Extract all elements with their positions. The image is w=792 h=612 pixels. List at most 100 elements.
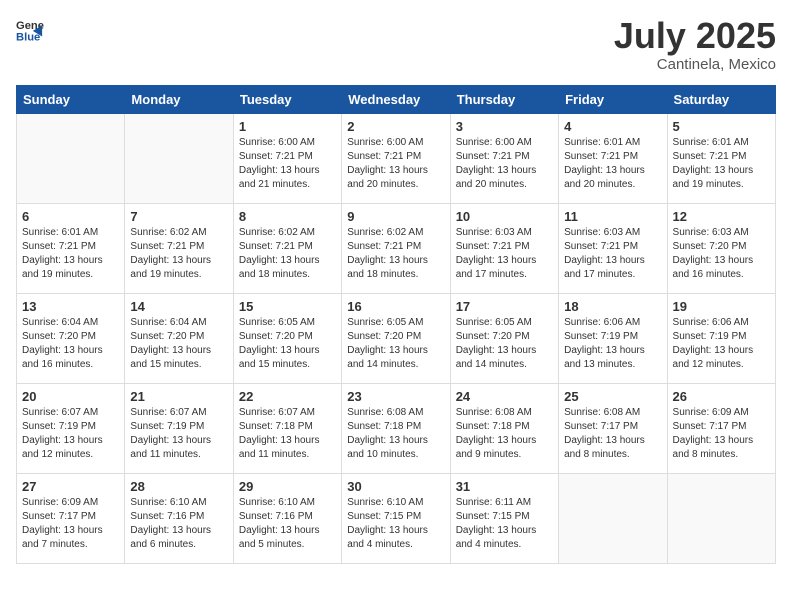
weekday-header: Thursday xyxy=(450,85,558,113)
calendar-cell xyxy=(125,113,233,203)
day-number: 27 xyxy=(22,479,119,494)
calendar-cell: 13 Sunrise: 6:04 AM Sunset: 7:20 PM Dayli… xyxy=(17,293,125,383)
calendar-cell: 21Sunrise: 6:07 AM Sunset: 7:19 PM Dayli… xyxy=(125,383,233,473)
calendar-cell: 1 Sunrise: 6:00 AM Sunset: 7:21 PM Daylig… xyxy=(233,113,341,203)
day-number: 6 xyxy=(22,209,119,224)
calendar-cell xyxy=(559,473,667,563)
day-info: Sunrise: 6:01 AM Sunset: 7:21 PM Dayligh… xyxy=(673,136,770,192)
logo: General Blue xyxy=(16,16,44,44)
calendar-cell: 2 Sunrise: 6:00 AM Sunset: 7:21 PM Daylig… xyxy=(342,113,450,203)
day-number: 18 xyxy=(564,299,661,314)
calendar-cell: 4 Sunrise: 6:01 AM Sunset: 7:21 PM Daylig… xyxy=(559,113,667,203)
svg-text:Blue: Blue xyxy=(16,31,40,43)
day-info: Sunrise: 6:01 AM Sunset: 7:21 PM Dayligh… xyxy=(22,226,119,282)
calendar-cell: 27 Sunrise: 6:09 AM Sunset: 7:17 PM Dayli… xyxy=(17,473,125,563)
calendar-week-row: 1 Sunrise: 6:00 AM Sunset: 7:21 PM Daylig… xyxy=(17,113,776,203)
day-info: Sunrise: 6:01 AM Sunset: 7:21 PM Dayligh… xyxy=(564,136,661,192)
calendar-cell: 22 Sunrise: 6:07 AM Sunset: 7:18 PM Dayli… xyxy=(233,383,341,473)
day-number: 31 xyxy=(456,479,553,494)
calendar-cell: 24Sunrise: 6:08 AM Sunset: 7:18 PM Dayli… xyxy=(450,383,558,473)
calendar-cell: 25Sunrise: 6:08 AM Sunset: 7:17 PM Dayli… xyxy=(559,383,667,473)
day-number: 19 xyxy=(673,299,770,314)
day-number: 7 xyxy=(130,209,227,224)
calendar-cell: 5 Sunrise: 6:01 AM Sunset: 7:21 PM Daylig… xyxy=(667,113,775,203)
calendar-cell: 19Sunrise: 6:06 AM Sunset: 7:19 PM Dayli… xyxy=(667,293,775,383)
day-number: 1 xyxy=(239,119,336,134)
day-info: Sunrise: 6:10 AM Sunset: 7:16 PM Dayligh… xyxy=(239,496,336,552)
day-number: 5 xyxy=(673,119,770,134)
weekday-header: Friday xyxy=(559,85,667,113)
day-info: Sunrise: 6:00 AM Sunset: 7:21 PM Dayligh… xyxy=(347,136,444,192)
day-number: 15 xyxy=(239,299,336,314)
day-info: Sunrise: 6:00 AM Sunset: 7:21 PM Dayligh… xyxy=(456,136,553,192)
calendar-cell: 29Sunrise: 6:10 AM Sunset: 7:16 PM Dayli… xyxy=(233,473,341,563)
day-number: 10 xyxy=(456,209,553,224)
day-number: 14 xyxy=(130,299,227,314)
day-info: Sunrise: 6:10 AM Sunset: 7:16 PM Dayligh… xyxy=(130,496,227,552)
calendar-cell: 3 Sunrise: 6:00 AM Sunset: 7:21 PM Daylig… xyxy=(450,113,558,203)
day-info: Sunrise: 6:08 AM Sunset: 7:18 PM Dayligh… xyxy=(456,406,553,462)
day-number: 13 xyxy=(22,299,119,314)
day-info: Sunrise: 6:05 AM Sunset: 7:20 PM Dayligh… xyxy=(239,316,336,372)
calendar-week-row: 20 Sunrise: 6:07 AM Sunset: 7:19 PM Dayli… xyxy=(17,383,776,473)
day-info: Sunrise: 6:07 AM Sunset: 7:19 PM Dayligh… xyxy=(22,406,119,462)
day-number: 3 xyxy=(456,119,553,134)
day-number: 9 xyxy=(347,209,444,224)
day-info: Sunrise: 6:04 AM Sunset: 7:20 PM Dayligh… xyxy=(22,316,119,372)
day-number: 26 xyxy=(673,389,770,404)
calendar-cell: 6 Sunrise: 6:01 AM Sunset: 7:21 PM Daylig… xyxy=(17,203,125,293)
calendar-cell: 14 Sunrise: 6:04 AM Sunset: 7:20 PM Dayli… xyxy=(125,293,233,383)
day-number: 11 xyxy=(564,209,661,224)
calendar-cell: 31Sunrise: 6:11 AM Sunset: 7:15 PM Dayli… xyxy=(450,473,558,563)
weekday-header: Monday xyxy=(125,85,233,113)
day-number: 30 xyxy=(347,479,444,494)
calendar-cell: 26Sunrise: 6:09 AM Sunset: 7:17 PM Dayli… xyxy=(667,383,775,473)
day-info: Sunrise: 6:08 AM Sunset: 7:18 PM Dayligh… xyxy=(347,406,444,462)
day-number: 2 xyxy=(347,119,444,134)
calendar-week-row: 6 Sunrise: 6:01 AM Sunset: 7:21 PM Daylig… xyxy=(17,203,776,293)
day-number: 4 xyxy=(564,119,661,134)
calendar-cell: 9 Sunrise: 6:02 AM Sunset: 7:21 PM Daylig… xyxy=(342,203,450,293)
day-info: Sunrise: 6:02 AM Sunset: 7:21 PM Dayligh… xyxy=(347,226,444,282)
day-number: 12 xyxy=(673,209,770,224)
day-info: Sunrise: 6:04 AM Sunset: 7:20 PM Dayligh… xyxy=(130,316,227,372)
day-number: 25 xyxy=(564,389,661,404)
location-title: Cantinela, Mexico xyxy=(614,56,776,73)
day-info: Sunrise: 6:02 AM Sunset: 7:21 PM Dayligh… xyxy=(130,226,227,282)
page-header: General Blue July 2025 Cantinela, Mexico xyxy=(16,16,776,73)
calendar-cell: 7 Sunrise: 6:02 AM Sunset: 7:21 PM Daylig… xyxy=(125,203,233,293)
calendar-week-row: 27 Sunrise: 6:09 AM Sunset: 7:17 PM Dayli… xyxy=(17,473,776,563)
day-info: Sunrise: 6:06 AM Sunset: 7:19 PM Dayligh… xyxy=(564,316,661,372)
weekday-header: Sunday xyxy=(17,85,125,113)
calendar-cell: 12 Sunrise: 6:03 AM Sunset: 7:20 PM Dayli… xyxy=(667,203,775,293)
calendar-cell xyxy=(667,473,775,563)
calendar-cell: 17Sunrise: 6:05 AM Sunset: 7:20 PM Dayli… xyxy=(450,293,558,383)
day-number: 21 xyxy=(130,389,227,404)
calendar-cell: 20 Sunrise: 6:07 AM Sunset: 7:19 PM Dayli… xyxy=(17,383,125,473)
calendar-cell: 30 Sunrise: 6:10 AM Sunset: 7:15 PM Dayli… xyxy=(342,473,450,563)
weekday-header: Tuesday xyxy=(233,85,341,113)
calendar-cell xyxy=(17,113,125,203)
logo-icon: General Blue xyxy=(16,16,44,44)
calendar-cell: 23Sunrise: 6:08 AM Sunset: 7:18 PM Dayli… xyxy=(342,383,450,473)
calendar-week-row: 13 Sunrise: 6:04 AM Sunset: 7:20 PM Dayli… xyxy=(17,293,776,383)
calendar-cell: 11Sunrise: 6:03 AM Sunset: 7:21 PM Dayli… xyxy=(559,203,667,293)
day-number: 22 xyxy=(239,389,336,404)
day-info: Sunrise: 6:10 AM Sunset: 7:15 PM Dayligh… xyxy=(347,496,444,552)
day-info: Sunrise: 6:05 AM Sunset: 7:20 PM Dayligh… xyxy=(347,316,444,372)
weekday-header-row: SundayMondayTuesdayWednesdayThursdayFrid… xyxy=(17,85,776,113)
month-title: July 2025 xyxy=(614,16,776,56)
day-info: Sunrise: 6:07 AM Sunset: 7:18 PM Dayligh… xyxy=(239,406,336,462)
weekday-header: Saturday xyxy=(667,85,775,113)
weekday-header: Wednesday xyxy=(342,85,450,113)
day-info: Sunrise: 6:02 AM Sunset: 7:21 PM Dayligh… xyxy=(239,226,336,282)
day-info: Sunrise: 6:00 AM Sunset: 7:21 PM Dayligh… xyxy=(239,136,336,192)
calendar-cell: 10Sunrise: 6:03 AM Sunset: 7:21 PM Dayli… xyxy=(450,203,558,293)
day-info: Sunrise: 6:03 AM Sunset: 7:20 PM Dayligh… xyxy=(673,226,770,282)
calendar-cell: 16Sunrise: 6:05 AM Sunset: 7:20 PM Dayli… xyxy=(342,293,450,383)
day-number: 20 xyxy=(22,389,119,404)
day-info: Sunrise: 6:09 AM Sunset: 7:17 PM Dayligh… xyxy=(22,496,119,552)
day-number: 17 xyxy=(456,299,553,314)
calendar-cell: 15 Sunrise: 6:05 AM Sunset: 7:20 PM Dayli… xyxy=(233,293,341,383)
calendar-table: SundayMondayTuesdayWednesdayThursdayFrid… xyxy=(16,85,776,564)
